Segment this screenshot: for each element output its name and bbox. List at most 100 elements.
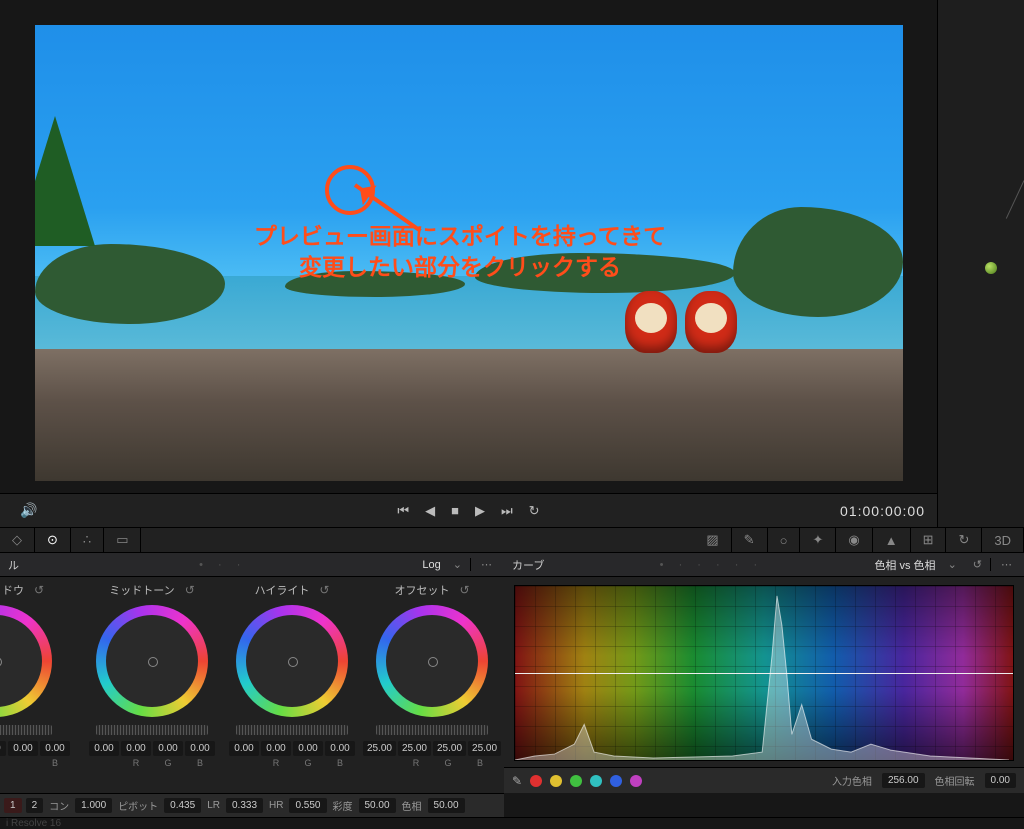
stereo-icon[interactable]: ↻: [946, 528, 982, 552]
qualifier-icon[interactable]: ✎: [732, 528, 768, 552]
curves-page-dots[interactable]: • · · · · ·: [552, 559, 870, 571]
wheel-label: ドウ: [2, 582, 24, 598]
wheel-midtone: ミッドトーン↺ 0.00 0.00 0.00 0.00 RGB: [82, 577, 222, 768]
val[interactable]: 25.00: [433, 741, 466, 756]
wheels-options-menu[interactable]: ⋯: [470, 558, 504, 571]
hue-rotation-value[interactable]: 0.00: [985, 773, 1016, 788]
chevron-down-icon[interactable]: ⌄: [940, 558, 965, 571]
hue-dot-green[interactable]: [570, 775, 582, 787]
input-hue-value[interactable]: 256.00: [882, 773, 925, 788]
hue-dot-cyan[interactable]: [590, 775, 602, 787]
val[interactable]: 0.00: [153, 741, 183, 756]
hue-dot-red[interactable]: [530, 775, 542, 787]
contrast-value[interactable]: 1.000: [75, 798, 112, 813]
stop-button[interactable]: ■: [443, 503, 467, 519]
val[interactable]: 0.00: [293, 741, 323, 756]
curves-panel-header: カーブ • · · · · · 色相 vs 色相 ⌄ ↺ ⋯: [504, 553, 1024, 577]
saturation-value[interactable]: 50.00: [359, 798, 396, 813]
wheel-slider[interactable]: [376, 725, 488, 735]
viewer-area: プレビュー画面にスポイトを持ってきて 変更したい部分をクリックする: [0, 0, 937, 493]
lr-value[interactable]: 0.333: [226, 798, 263, 813]
wheel-label: オフセット: [394, 582, 449, 598]
reset-icon[interactable]: ↺: [34, 583, 44, 597]
pivot-value[interactable]: 0.435: [164, 798, 201, 813]
page-2-chip[interactable]: 2: [26, 798, 44, 813]
3d-icon[interactable]: 3D: [982, 528, 1024, 552]
curves-panel: ✎ 入力色相 256.00 色相回転 0.00: [504, 577, 1024, 793]
wheels-page-dots[interactable]: • · ·: [27, 559, 418, 571]
curves-icon[interactable]: ▨: [694, 528, 731, 552]
color-wheel-highlight[interactable]: [236, 605, 348, 717]
curves-mode-select[interactable]: 色相 vs 色相: [870, 557, 939, 573]
palette-toolbar: ◇ ⊙ ∴ ▭ ▨ ✎ ○ ✦ ◉ ▲ ⊞ ↻ 3D: [0, 527, 1024, 553]
annotation-text: プレビュー画面にスポイトを持ってきて 変更したい部分をクリックする: [175, 221, 745, 283]
wheel-shadow: ドウ↺ 0.00 0.00 0.00 B: [0, 577, 78, 768]
wheel-label: ミッドトーン: [109, 582, 174, 598]
val[interactable]: 0.00: [89, 741, 119, 756]
reset-icon[interactable]: ↺: [185, 583, 195, 597]
hr-value[interactable]: 0.550: [289, 798, 326, 813]
daruma-2: [685, 291, 737, 353]
daruma-1: [625, 291, 677, 353]
reset-icon[interactable]: ↺: [319, 583, 329, 597]
val[interactable]: 0.00: [261, 741, 291, 756]
eyedropper-icon[interactable]: ✎: [512, 774, 522, 788]
curves-options-menu[interactable]: ⋯: [990, 558, 1024, 571]
chevron-down-icon[interactable]: ⌄: [445, 558, 470, 571]
sizing-icon[interactable]: ⊞: [911, 528, 947, 552]
val[interactable]: 25.00: [468, 741, 501, 756]
hue-dot-magenta[interactable]: [630, 775, 642, 787]
next-clip-button[interactable]: ⏭: [493, 503, 521, 519]
side-indicator-dot[interactable]: [985, 262, 997, 274]
hue-value[interactable]: 50.00: [428, 798, 465, 813]
val[interactable]: 0.00: [0, 741, 6, 756]
hue-vs-hue-graph[interactable]: [514, 585, 1014, 761]
loop-button[interactable]: ↻: [521, 503, 548, 519]
val[interactable]: 0.00: [325, 741, 355, 756]
val[interactable]: 25.00: [363, 741, 396, 756]
prev-clip-button[interactable]: ⏮: [389, 503, 417, 519]
val[interactable]: 0.00: [121, 741, 151, 756]
preview-viewport[interactable]: プレビュー画面にスポイトを持ってきて 変更したい部分をクリックする: [35, 25, 903, 481]
page-1-chip[interactable]: 1: [4, 798, 22, 813]
histogram: [515, 586, 1009, 760]
window-icon[interactable]: ○: [768, 528, 801, 552]
val[interactable]: 0.00: [229, 741, 259, 756]
play-button[interactable]: ▶: [467, 503, 493, 519]
blur-icon[interactable]: ◉: [836, 528, 872, 552]
motion-effects-icon[interactable]: ▭: [104, 528, 141, 552]
color-wheel-midtone[interactable]: [96, 605, 208, 717]
speaker-icon[interactable]: 🔊: [20, 502, 37, 519]
color-wheels-icon[interactable]: ⊙: [35, 528, 71, 552]
color-wheels-panel: ドウ↺ 0.00 0.00 0.00 B ミッドトーン↺ 0.00 0.00 0…: [0, 577, 504, 793]
wheel-label: ハイライト: [255, 582, 310, 598]
wheel-slider[interactable]: [0, 725, 52, 735]
curves-footer: ✎ 入力色相 256.00 色相回転 0.00: [504, 767, 1024, 793]
val[interactable]: 25.00: [398, 741, 431, 756]
key-icon[interactable]: ▲: [873, 528, 911, 552]
val[interactable]: 0.00: [185, 741, 215, 756]
step-back-button[interactable]: ◀: [417, 503, 443, 519]
app-name-fragment: i Resolve 16: [6, 818, 61, 829]
wheels-param-strip: 1 2 コン1.000 ピボット0.435 LR0.333 HR0.550 彩度…: [0, 793, 504, 817]
hue-dot-yellow[interactable]: [550, 775, 562, 787]
transport-bar: 🔊 ⏮ ◀ ■ ▶ ⏭ ↻ 01:00:00:00: [0, 493, 937, 527]
reset-icon[interactable]: ↺: [459, 583, 469, 597]
color-wheel-offset[interactable]: [376, 605, 488, 717]
wheel-offset: オフセット↺ 25.00 25.00 25.00 25.00 RGB: [362, 577, 502, 768]
wheel-slider[interactable]: [236, 725, 348, 735]
val[interactable]: 0.00: [8, 741, 38, 756]
color-wheel-shadow[interactable]: [0, 605, 52, 717]
timecode-display[interactable]: 01:00:00:00: [840, 503, 925, 519]
val[interactable]: 0.00: [40, 741, 70, 756]
wheels-mode-select[interactable]: Log: [418, 559, 444, 571]
wheels-panel-header: ル • · · Log ⌄ ⋯: [0, 553, 504, 577]
reset-icon[interactable]: ↺: [965, 558, 990, 571]
curves-title: カーブ: [504, 557, 552, 573]
hue-dot-blue[interactable]: [610, 775, 622, 787]
rgb-mixer-icon[interactable]: ∴: [71, 528, 104, 552]
wheels-title: ル: [0, 557, 27, 573]
camera-raw-icon[interactable]: ◇: [0, 528, 35, 552]
tracker-icon[interactable]: ✦: [800, 528, 836, 552]
wheel-slider[interactable]: [96, 725, 208, 735]
